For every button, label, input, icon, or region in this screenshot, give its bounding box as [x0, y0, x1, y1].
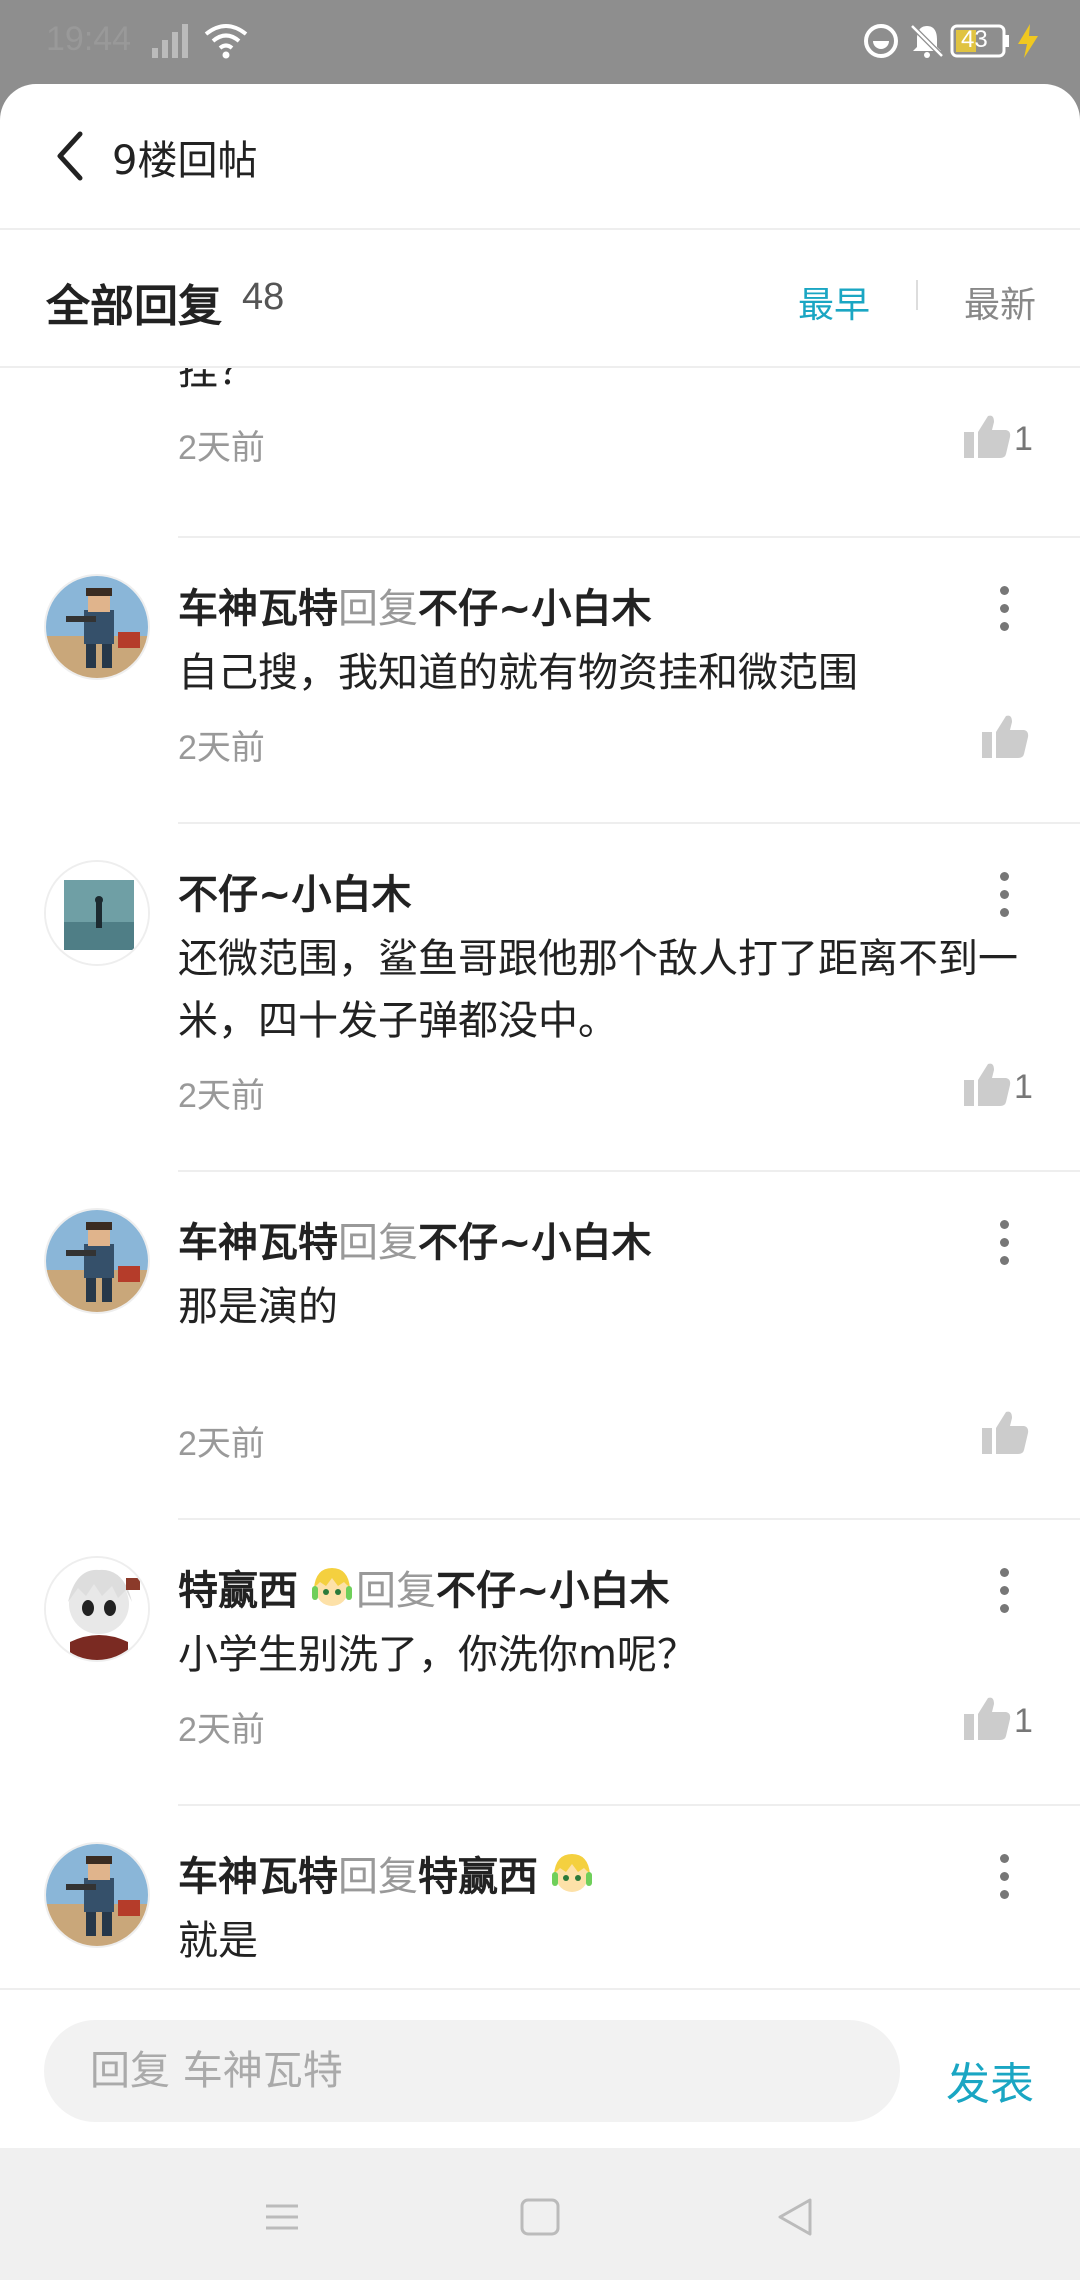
reply-input[interactable] [44, 2020, 900, 2122]
list-item: 挂？ 2天前 1 [0, 368, 1080, 540]
reply-composer: 发表 [0, 1988, 1080, 2148]
reply-header: 车神瓦特回复特赢西 [178, 1844, 596, 1908]
avatar[interactable] [44, 860, 150, 966]
reply-content: 就是 [178, 1918, 258, 1964]
reply-target-name[interactable]: 不仔~小白木 [418, 1220, 652, 1266]
reply-list[interactable]: 挂？ 2天前 1 车神瓦特回复不仔~小白木 自己搜，我知道的就有物资挂和微范围 … [0, 368, 1080, 2072]
reply-content: 还微范围，鲨鱼哥跟他那个敌人打了距离不到一米，四十发子弹都没中。 [178, 936, 1018, 1044]
reply-time: 2天前 [178, 1711, 265, 1749]
author-name[interactable]: 不仔~小白木 [178, 872, 412, 918]
sort-divider [916, 280, 918, 310]
more-options-button[interactable] [990, 586, 1018, 636]
reply-word: 回复 [338, 1220, 418, 1266]
reply-target-name[interactable]: 特赢西 [418, 1854, 538, 1900]
reply-time: 2天前 [178, 729, 265, 767]
reply-count: 48 [242, 276, 285, 318]
list-item[interactable]: 车神瓦特回复不仔~小白木 自己搜，我知道的就有物资挂和微范围 2天前 [0, 538, 1080, 824]
reply-header: 车神瓦特回复不仔~小白木 [178, 1210, 652, 1268]
reply-time: 2天前 [178, 429, 265, 467]
home-nav-button[interactable] [510, 2192, 570, 2242]
title-bar: 9楼回帖 [0, 84, 1080, 230]
thumbs-up-icon [964, 415, 1011, 458]
page-title: 9楼回帖 [112, 138, 258, 184]
reply-content: 自己搜，我知道的就有物资挂和微范围 [178, 650, 858, 696]
back-button[interactable] [52, 128, 102, 184]
more-options-button[interactable] [990, 1854, 1018, 1904]
reply-header: 车神瓦特回复不仔~小白木 [178, 576, 652, 634]
like-count: 1 [1014, 1702, 1033, 1740]
list-item[interactable]: 不仔~小白木 还微范围，鲨鱼哥跟他那个敌人打了距离不到一米，四十发子弹都没中。 … [0, 824, 1080, 1172]
chevron-left-icon [57, 131, 83, 181]
more-options-button[interactable] [990, 1568, 1018, 1618]
reply-word: 回复 [338, 586, 418, 632]
status-bar: 19:44 43 [0, 0, 1080, 84]
dnd-icon [862, 22, 900, 64]
reply-header: 特赢西 回复不仔~小白木 [178, 1558, 670, 1622]
signal-icon [148, 22, 192, 64]
thumbs-up-icon [964, 1063, 1011, 1106]
sort-latest-tab[interactable]: 最新 [964, 276, 1036, 328]
thumbs-up-icon [982, 1411, 1029, 1454]
send-button[interactable]: 发表 [946, 2048, 1034, 2112]
thumbs-up-icon [964, 1697, 1011, 1740]
user-badge-icon [308, 1564, 356, 1622]
home-square-icon [520, 2198, 560, 2236]
author-name[interactable]: 特赢西 [178, 1568, 298, 1614]
author-name[interactable]: 车神瓦特 [178, 1854, 338, 1900]
reply-target-name[interactable]: 不仔~小白木 [418, 586, 652, 632]
battery-level: 43 [961, 26, 988, 53]
avatar[interactable] [44, 574, 150, 680]
like-button[interactable] [980, 712, 1050, 768]
more-options-button[interactable] [990, 1220, 1018, 1270]
triangle-back-icon [778, 2198, 812, 2236]
status-time: 19:44 [46, 20, 132, 58]
user-badge-icon [548, 1850, 596, 1908]
reply-time: 2天前 [178, 1077, 265, 1115]
reply-word: 回复 [356, 1568, 436, 1614]
system-nav-bar [0, 2148, 1080, 2280]
avatar[interactable] [44, 1842, 150, 1948]
reply-filter-bar: 全部回复 48 最早 最新 [0, 230, 1080, 368]
reply-content: 小学生别洗了，你洗你m呢？ [178, 1632, 697, 1678]
reply-time: 2天前 [178, 1425, 265, 1463]
like-button[interactable] [980, 1408, 1050, 1464]
more-options-button[interactable] [990, 872, 1018, 922]
menu-icon [266, 2204, 298, 2230]
reply-header: 不仔~小白木 [178, 862, 412, 920]
reply-target-name[interactable]: 不仔~小白木 [436, 1568, 670, 1614]
wifi-icon [204, 22, 248, 64]
author-name[interactable]: 车神瓦特 [178, 586, 338, 632]
reply-content: 挂？ [178, 368, 258, 394]
reply-thread-sheet: 9楼回帖 全部回复 48 最早 最新 挂？ 2天前 1 车神瓦特回复不仔~小白木 [0, 84, 1080, 2280]
avatar[interactable] [44, 1556, 150, 1662]
list-item[interactable]: 特赢西 回复不仔~小白木 小学生别洗了，你洗你m呢？ 2天前 1 [0, 1520, 1080, 1806]
like-count: 1 [1014, 420, 1033, 458]
mute-bell-icon [908, 22, 946, 64]
sort-earliest-tab[interactable]: 最早 [798, 276, 870, 328]
reply-word: 回复 [338, 1854, 418, 1900]
menu-nav-button[interactable] [252, 2192, 312, 2242]
author-name[interactable]: 车神瓦特 [178, 1220, 338, 1266]
charging-icon [1016, 22, 1040, 64]
like-count: 1 [1014, 1068, 1033, 1106]
all-replies-heading: 全部回复 [46, 281, 222, 332]
list-item[interactable]: 车神瓦特回复不仔~小白木 那是演的 2天前 [0, 1172, 1080, 1520]
avatar[interactable] [44, 1208, 150, 1314]
back-nav-button[interactable] [766, 2192, 826, 2242]
reply-content: 那是演的 [178, 1284, 338, 1330]
thumbs-up-icon [982, 715, 1029, 758]
